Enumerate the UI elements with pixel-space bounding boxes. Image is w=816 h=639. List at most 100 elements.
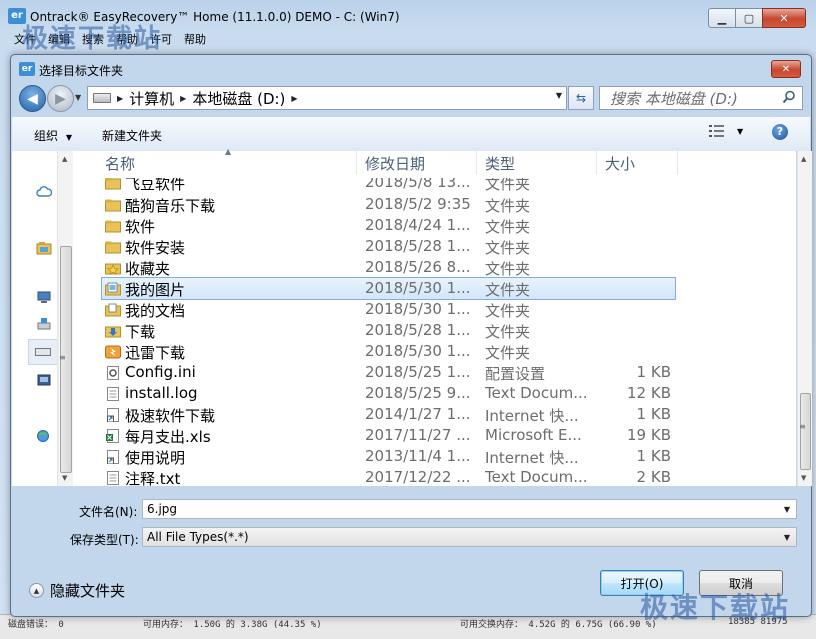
breadcrumb-computer[interactable]: 计算机 xyxy=(129,88,174,109)
file-date: 2017/12/22 ... xyxy=(365,468,471,486)
recent-locations-dropdown[interactable]: ▼ xyxy=(75,93,81,102)
view-options-button[interactable]: ▼ xyxy=(709,125,743,137)
navigation-scrollbar[interactable]: ▲ ≡ ▼ xyxy=(57,151,73,486)
sort-ascending-icon: ▲ xyxy=(225,147,232,156)
chevron-right-icon[interactable]: ▶ xyxy=(117,94,123,103)
navigation-pane: ▲ ≡ ▼ xyxy=(12,151,73,486)
hide-folders-toggle[interactable]: ▲ 隐藏文件夹 xyxy=(29,580,125,601)
address-dropdown-icon[interactable]: ▼ xyxy=(556,91,562,100)
organize-menu[interactable]: 组织 ▼ xyxy=(34,127,72,144)
file-row[interactable]: 我的文档 2018/5/30 1... 文件夹 xyxy=(73,299,796,320)
file-row[interactable]: 每月支出.xls 2017/11/27 ... Microsoft E... 19 K… xyxy=(73,425,796,446)
status-disk-errors: 磁盘错误： 0 xyxy=(8,620,64,630)
search-input[interactable]: 搜索 本地磁盘 (D:) xyxy=(599,86,803,110)
column-divider[interactable] xyxy=(356,151,357,175)
minimize-button[interactable]: ▁ xyxy=(708,8,736,28)
filename-value: 6.jpg xyxy=(147,502,178,516)
chevron-right-icon[interactable]: ▶ xyxy=(180,94,186,103)
cloud-icon[interactable] xyxy=(36,185,52,199)
excel-file-icon xyxy=(106,429,119,443)
file-row[interactable]: 软件 2018/4/24 1... 文件夹 xyxy=(73,215,796,236)
chevron-down-icon: ▼ xyxy=(65,133,72,142)
file-list-scrollbar[interactable]: ▲ ≡ ▼ xyxy=(797,151,812,486)
status-swap: 可用交换内存： 4.52G 的 6.75G (66.90 %) xyxy=(460,620,657,630)
file-type: 文件夹 xyxy=(485,239,531,257)
dialog-icon: er xyxy=(19,62,35,76)
file-name: 酷狗音乐下载 xyxy=(125,197,216,215)
file-date: 2018/5/2 9:35 xyxy=(365,195,471,213)
scroll-thumb[interactable] xyxy=(800,393,811,470)
file-row[interactable]: 使用说明 2013/11/4 1... Internet 快... 1 KB xyxy=(73,446,796,467)
file-row[interactable]: 迅雷下载 2018/5/30 1... 文件夹 xyxy=(73,341,796,362)
thunder-folder-icon xyxy=(105,345,121,359)
minimize-icon: ▁ xyxy=(717,11,727,25)
chevron-down-icon[interactable]: ▼ xyxy=(784,533,790,542)
file-row[interactable]: Config.ini 2018/5/25 1... 配置设置 1 KB xyxy=(73,362,796,383)
chevron-right-icon[interactable]: ▶ xyxy=(291,94,297,103)
column-header-name[interactable]: 名称 xyxy=(105,151,135,175)
close-button[interactable]: ✕ xyxy=(762,8,806,28)
forward-button[interactable]: ▶ xyxy=(47,85,74,112)
maximize-button[interactable]: ▢ xyxy=(735,8,763,28)
arrow-left-icon: ◀ xyxy=(27,90,38,107)
column-divider[interactable] xyxy=(677,151,678,175)
file-type: 文件夹 xyxy=(485,323,531,341)
file-name: 我的图片 xyxy=(125,281,186,299)
search-icon[interactable] xyxy=(782,90,796,104)
config-file-icon xyxy=(107,366,119,380)
refresh-button[interactable]: ⇆ xyxy=(568,86,594,110)
file-row[interactable]: 下载 2018/5/28 1... 文件夹 xyxy=(73,320,796,341)
grip-icon: ≡ xyxy=(799,422,806,431)
file-type: 文件夹 xyxy=(485,281,531,299)
column-divider[interactable] xyxy=(596,151,597,175)
dialog-close-button[interactable]: ✕ xyxy=(771,60,801,78)
column-header-date[interactable]: 修改日期 xyxy=(365,151,425,175)
file-row-selected[interactable]: 我的图片 2018/5/30 1... 文件夹 xyxy=(101,277,676,300)
file-type: 文件夹 xyxy=(485,344,531,362)
chevron-up-icon: ▲ xyxy=(29,583,44,598)
column-header-size[interactable]: 大小 xyxy=(605,151,635,175)
file-name: 下载 xyxy=(125,323,156,341)
column-divider[interactable] xyxy=(476,151,477,175)
help-button[interactable]: ? xyxy=(772,124,788,140)
library-icon[interactable] xyxy=(36,241,52,255)
back-button[interactable]: ◀ xyxy=(19,85,46,112)
filetype-select[interactable]: All File Types(*.*) ▼ xyxy=(142,527,797,547)
file-date: 2018/5/8 13... xyxy=(365,178,471,191)
shortcut-file-icon xyxy=(107,450,119,464)
removable-drive-icon[interactable] xyxy=(36,373,52,387)
column-header-type[interactable]: 类型 xyxy=(485,151,515,175)
breadcrumb-drive-d[interactable]: 本地磁盘 (D:) xyxy=(192,88,285,109)
file-date: 2018/5/30 1... xyxy=(365,342,471,360)
file-row[interactable]: 飞豆软件 2018/5/8 13... 文件夹 xyxy=(73,178,796,194)
address-bar[interactable]: ▶ 计算机 ▶ 本地磁盘 (D:) ▶ ▼ xyxy=(87,86,567,110)
scroll-up-icon[interactable]: ▲ xyxy=(62,155,67,163)
file-row[interactable]: 注释.txt 2017/12/22 ... Text Docum... 2 KB xyxy=(73,467,796,488)
drive-c-icon[interactable] xyxy=(36,317,52,331)
menu-help[interactable]: 帮助 xyxy=(184,31,206,47)
file-name: 我的文档 xyxy=(125,302,186,320)
new-folder-button[interactable]: 新建文件夹 xyxy=(102,127,162,144)
file-row[interactable]: 酷狗音乐下载 2018/5/2 9:35 文件夹 xyxy=(73,194,796,215)
file-size: 19 KB xyxy=(627,426,671,444)
file-name: Config.ini xyxy=(125,363,196,381)
nav-item-drive-d[interactable] xyxy=(28,339,58,365)
filename-input[interactable]: 6.jpg ▼ xyxy=(142,499,797,519)
scroll-down-icon[interactable]: ▼ xyxy=(62,474,67,482)
file-row[interactable]: 极速软件下载 2014/1/27 1... Internet 快... 1 KB xyxy=(73,404,796,425)
downloads-folder-icon xyxy=(105,326,121,338)
file-date: 2018/5/25 9... xyxy=(365,384,471,402)
scroll-down-icon[interactable]: ▼ xyxy=(801,474,806,482)
text-file-icon xyxy=(107,471,119,485)
file-date: 2018/5/28 1... xyxy=(365,321,471,339)
scroll-up-icon[interactable]: ▲ xyxy=(801,155,806,163)
file-date: 2018/5/25 1... xyxy=(365,363,471,381)
network-icon[interactable] xyxy=(36,429,52,443)
drive-icon xyxy=(35,348,51,356)
file-row[interactable]: 软件安装 2018/5/28 1... 文件夹 xyxy=(73,236,796,257)
file-row[interactable]: 收藏夹 2018/5/26 8... 文件夹 xyxy=(73,257,796,278)
chevron-down-icon[interactable]: ▼ xyxy=(784,505,790,514)
file-row[interactable]: install.log 2018/5/25 9... Text Docum... 12… xyxy=(73,383,796,404)
caption-buttons: ▁ ▢ ✕ xyxy=(708,8,806,28)
computer-icon[interactable] xyxy=(36,291,52,305)
